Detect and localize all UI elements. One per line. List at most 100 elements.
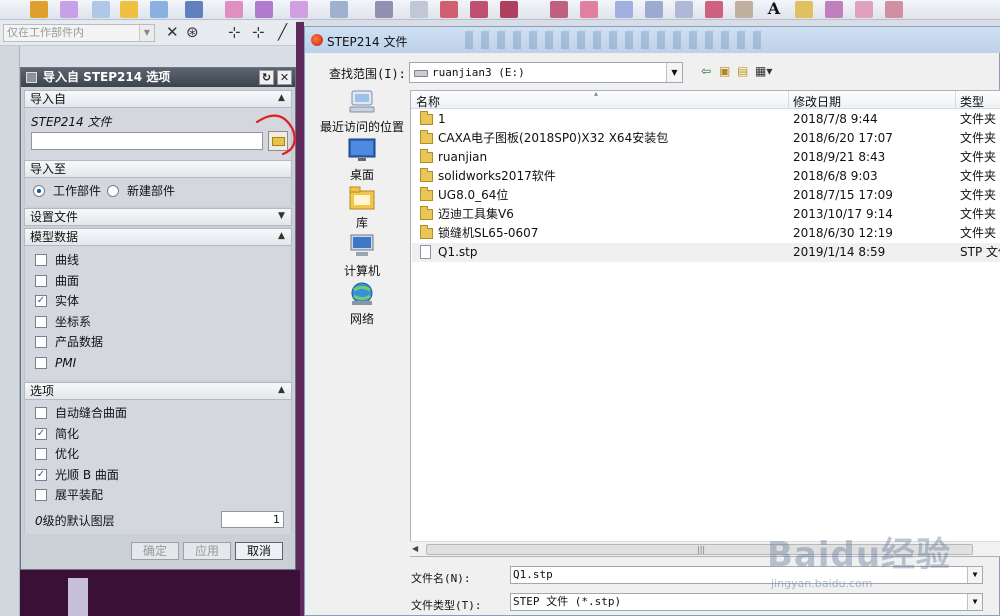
chevron-down-icon[interactable]: ▼ (139, 25, 154, 41)
checkbox-unchecked[interactable] (35, 315, 47, 328)
place-libraries[interactable]: 库 (311, 185, 413, 233)
toolbar-icon[interactable] (615, 1, 633, 18)
checkbox-unchecked[interactable] (35, 336, 47, 348)
place-recent[interactable]: 最近访问的位置 (311, 89, 413, 137)
chevron-up-icon[interactable]: ▲ (275, 230, 288, 243)
toolbar-icon[interactable] (645, 1, 663, 18)
toolbar-icon[interactable] (825, 1, 843, 18)
new-folder-icon[interactable]: ▤ (737, 64, 748, 79)
reset-icon[interactable]: ↻ (259, 70, 274, 85)
toolbar-icon[interactable] (885, 1, 903, 18)
checkbox-unchecked[interactable] (35, 448, 47, 460)
place-desktop[interactable]: 桌面 (311, 137, 413, 185)
toolbar-icon[interactable] (500, 1, 518, 18)
toolbar-icon[interactable] (675, 1, 693, 18)
scroll-left-icon[interactable]: ◀ (412, 544, 418, 553)
toolbar-icon[interactable] (735, 1, 753, 18)
column-divider[interactable] (955, 91, 956, 109)
checkbox-unchecked[interactable] (35, 407, 47, 419)
close-icon[interactable]: ✕ (166, 24, 179, 41)
toolbar-icon[interactable] (550, 1, 568, 18)
checkbox-row[interactable]: 展平装配 (35, 486, 103, 504)
toolbar-icon[interactable] (795, 1, 813, 18)
folder-row[interactable]: UG8.0_64位 2018/7/15 17:09 文件夹 (412, 186, 1000, 205)
toolbar-icon[interactable] (92, 1, 110, 18)
toolbar-icon[interactable] (440, 1, 458, 18)
horizontal-scrollbar[interactable]: ◀ ||| (410, 541, 1000, 556)
chevron-up-icon[interactable]: ▲ (275, 384, 288, 397)
step-file-input[interactable] (31, 132, 263, 150)
toolbar-icon[interactable] (185, 1, 203, 18)
folder-row[interactable]: solidworks2017软件 2018/6/8 9:03 文件夹 (412, 167, 1000, 186)
place-network[interactable]: 网络 (311, 281, 413, 329)
toolbar-icon[interactable] (375, 1, 393, 18)
checkbox-checked[interactable]: ✓ (35, 427, 47, 440)
checkbox-row[interactable]: PMI (35, 354, 76, 372)
folder-row[interactable]: CAXA电子图板(2018SP0)X32 X64安装包 2018/6/20 17:… (412, 129, 1000, 148)
chevron-up-icon[interactable]: ▲ (275, 92, 288, 105)
checkbox-unchecked[interactable] (35, 356, 47, 369)
toolbar-icon[interactable] (255, 1, 273, 18)
column-name[interactable]: 名称 (416, 93, 440, 110)
toolbar-icon[interactable] (705, 1, 723, 18)
ok-button[interactable]: 确定 (131, 542, 179, 560)
toolbar-icon[interactable] (120, 1, 138, 18)
toolbar-icon[interactable] (410, 1, 428, 18)
checkbox-row[interactable]: ✓ 实体 (35, 292, 79, 310)
toolbar-icon[interactable] (225, 1, 243, 18)
column-type[interactable]: 类型 (960, 93, 984, 110)
chevron-down-icon[interactable]: ▼ (666, 63, 682, 82)
look-in-combo[interactable]: ruanjian3 (E:) ▼ (409, 62, 683, 83)
filename-input[interactable]: Q1.stp ▼ (510, 566, 983, 584)
file-list[interactable]: ▴ 名称 修改日期 类型 1 2018/7/8 9:44 文件夹 CAXA电子图板(2… (410, 90, 1000, 557)
graphics-viewport[interactable] (20, 570, 300, 616)
column-date[interactable]: 修改日期 (793, 93, 841, 110)
radio-selected[interactable] (33, 185, 45, 197)
up-folder-icon[interactable]: ▣ (719, 64, 730, 79)
toolbar-icon[interactable] (855, 1, 873, 18)
folder-row[interactable]: 迈迪工具集V6 2013/10/17 9:14 文件夹 (412, 205, 1000, 224)
apply-button[interactable]: 应用 (183, 542, 231, 560)
file-row[interactable]: Q1.stp 2019/1/14 8:59 STP 文件 (412, 243, 1000, 262)
checkbox-unchecked[interactable] (35, 489, 47, 501)
section-import-to[interactable]: 导入至 (24, 160, 292, 178)
filetype-combo[interactable]: STEP 文件 (*.stp) ▼ (510, 593, 983, 611)
chevron-down-icon[interactable]: ▼ (967, 567, 982, 583)
radio-new-part[interactable]: 新建部件 (107, 182, 175, 200)
view-menu-icon[interactable]: ▦▾ (755, 64, 772, 79)
folder-row[interactable]: ruanjian 2018/9/21 8:43 文件夹 (412, 148, 1000, 167)
checkbox-unchecked[interactable] (35, 254, 47, 266)
checkbox-checked[interactable]: ✓ (35, 468, 47, 481)
checkbox-row[interactable]: 自动缝合曲面 (35, 404, 127, 422)
default-layer-input[interactable]: 1 (221, 511, 284, 528)
chevron-down-icon[interactable]: ▼ (275, 210, 288, 223)
scroll-thumb[interactable]: ||| (426, 544, 973, 555)
column-divider[interactable] (788, 91, 789, 109)
close-icon[interactable]: ✕ (277, 70, 292, 85)
toolbar-icon[interactable] (470, 1, 488, 18)
toolbar-icon[interactable] (30, 1, 48, 18)
section-settings-file[interactable]: 设置文件 ▼ (24, 208, 292, 226)
checkbox-row[interactable]: ✓ 光顺 B 曲面 (35, 466, 119, 484)
selection-filter-combo[interactable]: 仅在工作部件内 ▼ (3, 24, 155, 42)
checkbox-row[interactable]: 优化 (35, 445, 79, 463)
radio-work-part[interactable]: 工作部件 (33, 182, 101, 200)
checkbox-unchecked[interactable] (35, 274, 47, 287)
section-import-from[interactable]: 导入自 ▲ (24, 90, 292, 108)
checkbox-row[interactable]: ✓ 简化 (35, 425, 79, 443)
chevron-down-icon[interactable]: ▼ (967, 594, 982, 610)
back-arrow-icon[interactable]: ⇦ (701, 64, 711, 79)
checkbox-row[interactable]: 产品数据 (35, 333, 103, 351)
checkbox-row[interactable]: 曲面 (35, 272, 79, 290)
move-icon[interactable]: ⊹ (228, 24, 241, 41)
cancel-button[interactable]: 取消 (235, 542, 283, 560)
toolbar-icon[interactable] (580, 1, 598, 18)
place-computer[interactable]: 计算机 (311, 233, 413, 281)
toolbar-icon[interactable] (330, 1, 348, 18)
rotate-icon[interactable]: ⊹ (252, 24, 265, 41)
toolbar-icon[interactable] (150, 1, 168, 18)
checkbox-row[interactable]: 坐标系 (35, 313, 91, 331)
snap-icon[interactable]: ⊛ (186, 24, 199, 41)
text-tool-icon[interactable]: A (765, 1, 783, 18)
folder-row[interactable]: 1 2018/7/8 9:44 文件夹 (412, 110, 1000, 129)
